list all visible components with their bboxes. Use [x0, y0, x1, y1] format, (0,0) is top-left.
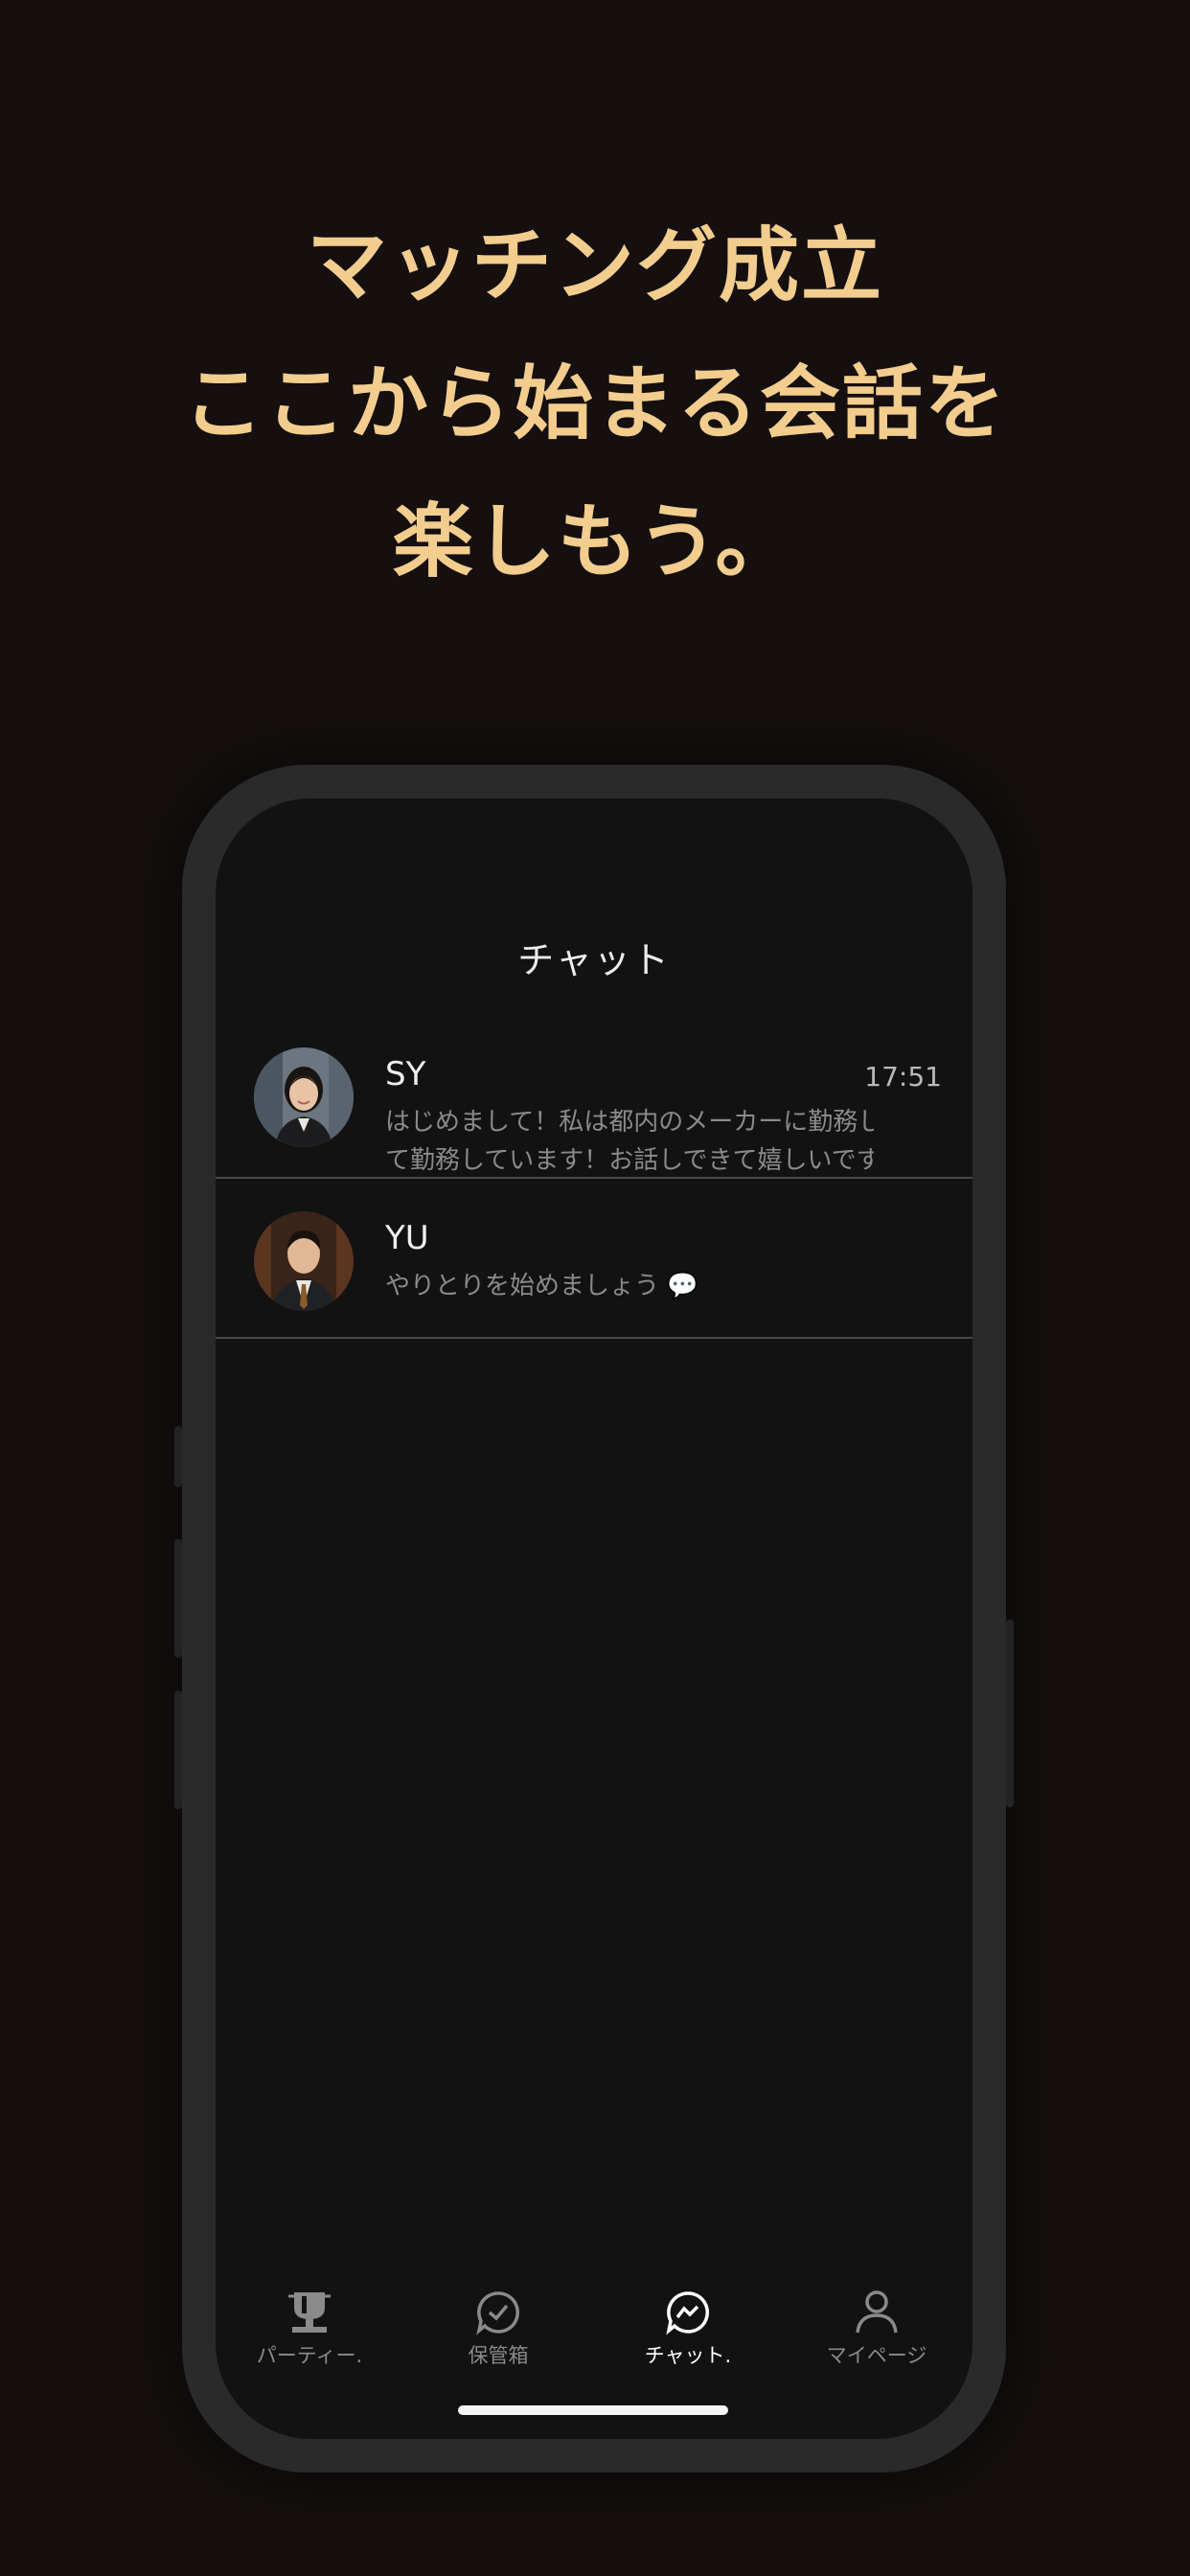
home-indicator[interactable]	[458, 2405, 728, 2415]
headline-line-3: 楽しもう。	[392, 494, 798, 588]
chat-preview-line-1: はじめまして！私は都内のメーカーに勤務し	[385, 1108, 874, 1137]
phone-frame: チャット SY 17:51 はじめまして！私は都内のメーカーに勤務し て勤務して…	[174, 765, 1014, 2472]
trophy-icon	[288, 2292, 331, 2333]
tab-label: 保管箱	[468, 2344, 529, 2367]
tab-bar: パーティー. 保管箱 チャット. マイページ	[216, 2288, 973, 2384]
chat-preview: やりとりを始めましょう 💬	[385, 1267, 874, 1305]
tab-storage[interactable]: 保管箱	[422, 2288, 575, 2369]
tab-chat[interactable]: チャット.	[611, 2288, 765, 2369]
headline: マッチング成立 ここから始まる会話を 楽しもう。	[0, 196, 1190, 610]
tab-label: パーティー.	[256, 2344, 363, 2367]
chat-name: YU	[385, 1219, 429, 1257]
phone-screen: チャット SY 17:51 はじめまして！私は都内のメーカーに勤務し て勤務して…	[216, 798, 973, 2439]
tab-party[interactable]: パーティー.	[233, 2288, 386, 2369]
tab-mypage[interactable]: マイページ	[800, 2288, 953, 2369]
check-bubble-icon	[476, 2291, 520, 2335]
chat-preview-line-2: て勤務しています！お話しできて嬉しいです	[385, 1146, 874, 1175]
chat-preview: はじめまして！私は都内のメーカーに勤務し て勤務しています！お話しできて嬉しいで…	[385, 1103, 874, 1180]
avatar	[254, 1047, 354, 1147]
chat-row-sy[interactable]: SY 17:51 はじめまして！私は都内のメーカーに勤務し て勤務しています！お…	[216, 1019, 973, 1179]
chat-preview-line-1: やりとりを始めましょう 💬	[385, 1272, 698, 1300]
power-button	[1006, 1620, 1014, 1807]
messenger-icon	[666, 2291, 710, 2335]
headline-line-1: マッチング成立	[306, 218, 883, 312]
page-title: チャット	[517, 939, 671, 981]
avatar	[254, 1211, 354, 1311]
volume-up-button	[174, 1539, 182, 1658]
headline-line-2: ここから始まる会話を	[182, 356, 1007, 450]
volume-down-button	[174, 1690, 182, 1809]
tab-label: チャット.	[644, 2344, 732, 2367]
silent-switch	[174, 1426, 182, 1487]
chat-row-yu[interactable]: YU やりとりを始めましょう 💬	[216, 1179, 973, 1339]
person-icon	[856, 2290, 898, 2334]
chat-name: SY	[385, 1055, 426, 1093]
chat-time: 17:51	[864, 1061, 942, 1092]
tab-label: マイページ	[826, 2344, 927, 2367]
